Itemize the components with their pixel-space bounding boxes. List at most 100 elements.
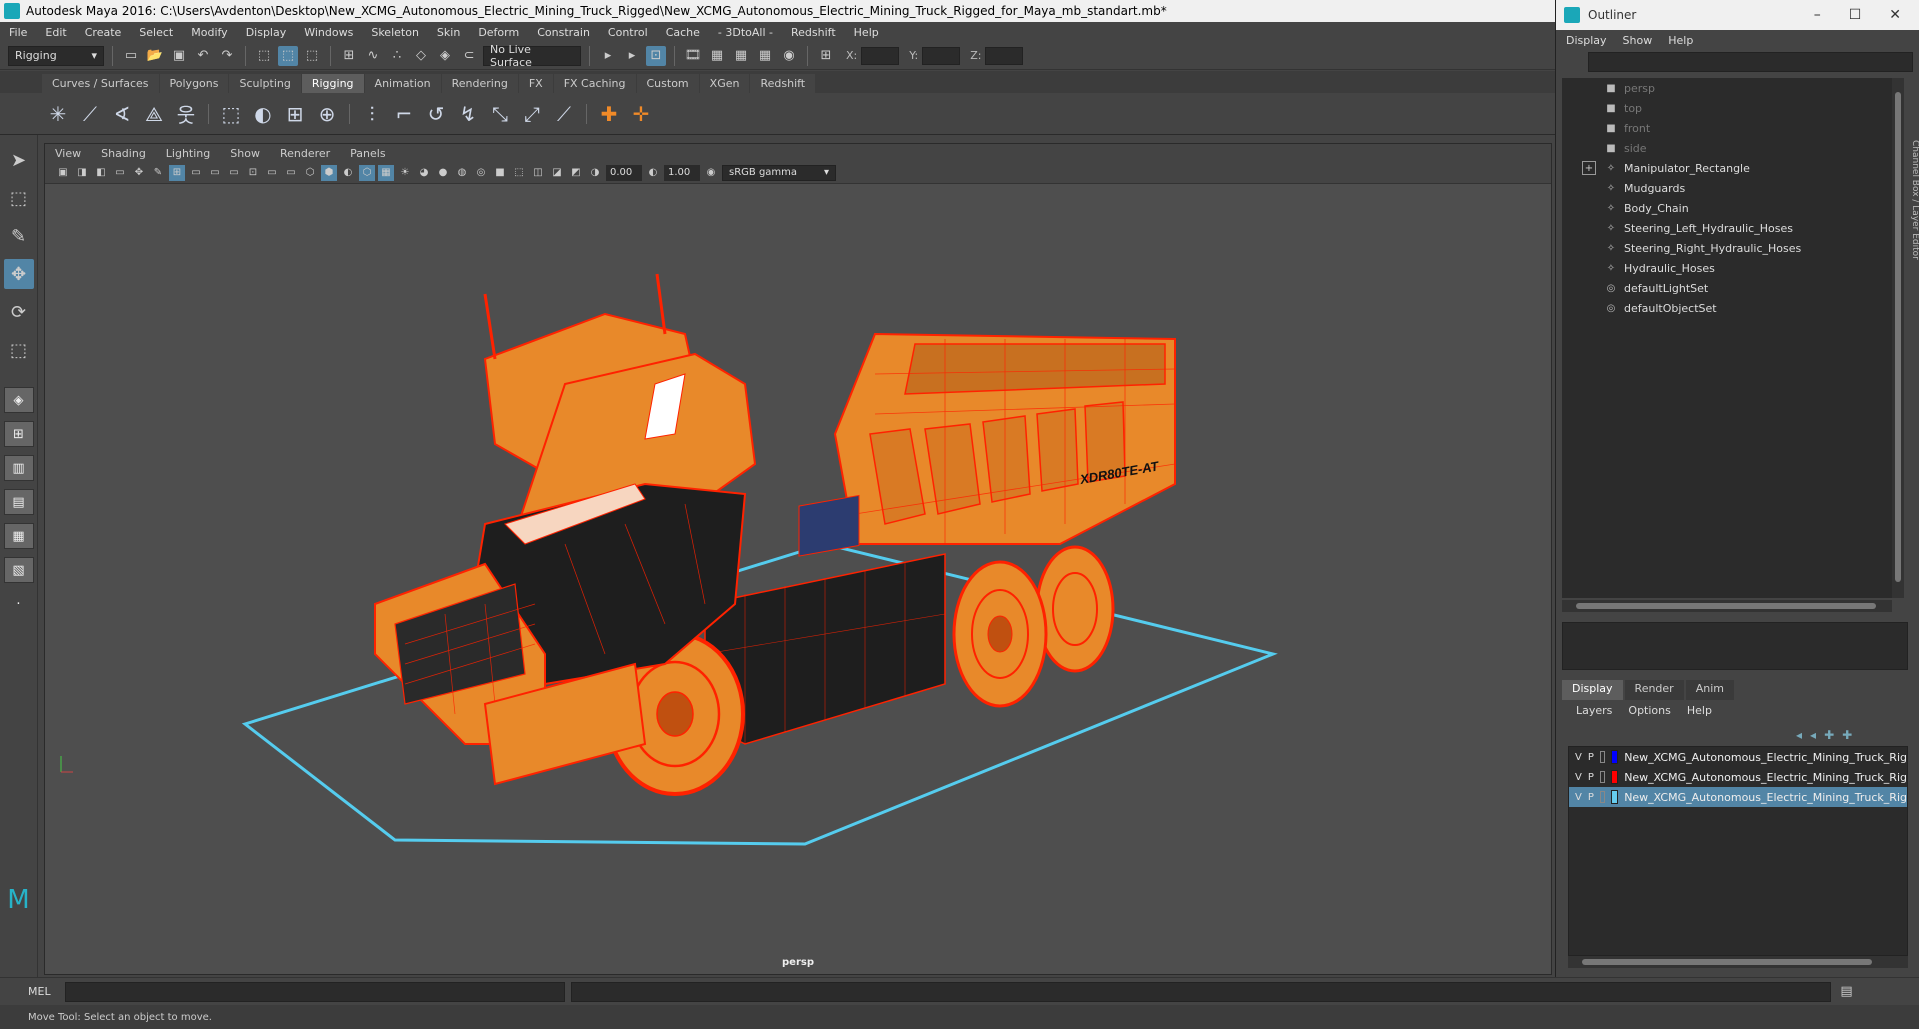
field-chart-icon[interactable]: ⊡	[245, 165, 261, 181]
create-joint-icon[interactable]: ✳	[44, 100, 72, 128]
persp-graph-layout-icon[interactable]: ▤	[3, 489, 34, 515]
visibility-toggle[interactable]: V	[1575, 772, 1582, 783]
viewport-menu-panels[interactable]: Panels	[350, 147, 385, 160]
display-type-toggle[interactable]	[1599, 791, 1606, 803]
layer-color-swatch[interactable]	[1611, 790, 1619, 804]
shelf-tab-rendering[interactable]: Rendering	[441, 74, 518, 93]
redo-icon[interactable]: ↷	[217, 46, 237, 66]
ik-handle-icon[interactable]: ⟋	[76, 100, 104, 128]
transform-mode-icon[interactable]: ⊞	[816, 46, 836, 66]
bind-skin-icon[interactable]: ⬚	[217, 100, 245, 128]
menu-item-skeleton[interactable]: Skeleton	[362, 26, 428, 39]
four-view-layout-icon[interactable]: ⊞	[3, 421, 34, 447]
anti-aliasing-icon[interactable]: ◎	[473, 165, 489, 181]
menu-item-edit[interactable]: Edit	[36, 26, 75, 39]
film-gate-icon[interactable]: ▭	[188, 165, 204, 181]
y-field[interactable]	[922, 46, 961, 65]
outliner-vertical-scrollbar[interactable]	[1892, 78, 1904, 598]
isolate-select-icon[interactable]: ⬚	[511, 165, 527, 181]
wireframe-icon[interactable]: ⬡	[302, 165, 318, 181]
shelf-tab-rigging[interactable]: Rigging	[301, 74, 364, 93]
move-layer-up-icon[interactable]: ◂	[1796, 728, 1802, 742]
more-layouts-icon[interactable]: ·	[3, 591, 34, 617]
menu-item-help[interactable]: Help	[845, 26, 888, 39]
menu-item-3dtoall[interactable]: - 3DtoAll -	[709, 26, 782, 39]
snap-surface-icon[interactable]: ◇	[411, 46, 431, 66]
open-scene-icon[interactable]: 📂	[145, 46, 165, 66]
layer-tab-anim[interactable]: Anim	[1685, 680, 1734, 700]
move-tool-icon[interactable]: ✥	[3, 259, 34, 289]
layer-menu-options[interactable]: Options	[1628, 704, 1670, 717]
menu-item-create[interactable]: Create	[76, 26, 131, 39]
outliner-item[interactable]: ◎ defaultObjectSet	[1562, 298, 1892, 318]
undo-icon[interactable]: ↶	[193, 46, 213, 66]
move-layer-down-icon[interactable]: ◂	[1810, 728, 1816, 742]
select-tool-icon[interactable]: ➤	[4, 145, 34, 175]
default-material-icon[interactable]: ◐	[340, 165, 356, 181]
layer-row[interactable]: V P New_XCMG_Autonomous_Electric_Mining_Tr…	[1569, 787, 1907, 807]
display-type-toggle[interactable]	[1599, 751, 1606, 763]
hypershade-icon[interactable]: ◉	[779, 46, 799, 66]
outliner-item[interactable]: ✧ Body_Chain	[1562, 198, 1892, 218]
shelf-tab-polygons[interactable]: Polygons	[159, 74, 229, 93]
select-component-icon[interactable]: ⬚	[302, 46, 322, 66]
outliner-item[interactable]: ■ front	[1562, 118, 1892, 138]
image-plane-icon[interactable]: ▭	[112, 165, 128, 181]
color-management-icon[interactable]: ◉	[703, 165, 719, 181]
x-field[interactable]	[861, 46, 900, 65]
bookmark-icon[interactable]: ◧	[93, 165, 109, 181]
shelf-tab-fx-caching[interactable]: FX Caching	[553, 74, 636, 93]
expand-icon[interactable]: +	[1582, 161, 1596, 175]
playback-toggle[interactable]: P	[1588, 752, 1594, 763]
viewport-menu-show[interactable]: Show	[230, 147, 260, 160]
grid-icon[interactable]: ⊞	[169, 164, 185, 181]
parent-constraint-icon[interactable]: ⫶	[358, 100, 386, 128]
menu-item-file[interactable]: File	[0, 26, 36, 39]
depth-of-field-icon[interactable]: ■	[492, 165, 508, 181]
outliner-item[interactable]: ■ side	[1562, 138, 1892, 158]
resolution-gate-icon[interactable]: ▭	[207, 165, 223, 181]
humanik-icon[interactable]: 웃	[172, 100, 200, 128]
mirror-joint-icon[interactable]: ⟁	[140, 100, 168, 128]
xray-joints-icon[interactable]: ◩	[568, 165, 584, 181]
menu-item-display[interactable]: Display	[237, 26, 296, 39]
close-icon[interactable]: ✕	[1889, 7, 1901, 23]
save-scene-icon[interactable]: ▣	[169, 46, 189, 66]
visibility-toggle[interactable]: V	[1575, 792, 1582, 803]
outliner-item[interactable]: ■ top	[1562, 98, 1892, 118]
output-icon[interactable]: ▸	[622, 46, 642, 66]
layer-horizontal-scrollbar[interactable]	[1568, 956, 1908, 968]
outliner-item[interactable]: ✧ Steering_Right_Hydraulic_Hoses	[1562, 238, 1892, 258]
menu-item-windows[interactable]: Windows	[295, 26, 362, 39]
select-camera-icon[interactable]: ▣	[55, 165, 71, 181]
paint-weights-icon[interactable]: ◐	[249, 100, 277, 128]
snap-curve-icon[interactable]: ∿	[363, 46, 383, 66]
lasso-tool-icon[interactable]: ⬚	[4, 183, 34, 213]
exposure-field[interactable]: 0.00	[606, 164, 642, 181]
layer-name[interactable]: New_XCMG_Autonomous_Electric_Mining_Truc…	[1624, 751, 1907, 764]
outliner-menu-help[interactable]: Help	[1668, 34, 1693, 47]
geometry-constraint-icon[interactable]: ⟋	[550, 100, 578, 128]
point-constraint-icon[interactable]: ⌐	[390, 100, 418, 128]
channel-box-side-tab[interactable]: Channel Box / Layer Editor	[1906, 140, 1919, 420]
live-surface-field[interactable]: No Live Surface	[483, 43, 581, 69]
menu-item-select[interactable]: Select	[130, 26, 182, 39]
shelf-tab-redshift[interactable]: Redshift	[750, 74, 816, 93]
z-field[interactable]	[985, 46, 1024, 65]
maximize-icon[interactable]: ☐	[1849, 7, 1862, 23]
outliner-item[interactable]: ✧ Steering_Left_Hydraulic_Hoses	[1562, 218, 1892, 238]
select-object-icon[interactable]: ⬚	[278, 45, 298, 66]
menu-item-constrain[interactable]: Constrain	[528, 26, 599, 39]
ambient-occlusion-icon[interactable]: ●	[435, 165, 451, 181]
layer-tab-render[interactable]: Render	[1624, 680, 1684, 700]
viewport-menu-renderer[interactable]: Renderer	[280, 147, 330, 160]
viewport-menu-view[interactable]: View	[55, 147, 81, 160]
outliner-item[interactable]: ◎ defaultLightSet	[1562, 278, 1892, 298]
layer-tab-display[interactable]: Display	[1562, 680, 1623, 700]
layer-color-swatch[interactable]	[1611, 770, 1619, 784]
scale-constraint-icon[interactable]: ⤡	[486, 100, 514, 128]
layer-menu-help[interactable]: Help	[1687, 704, 1712, 717]
ik-spline-icon[interactable]: ∢	[108, 100, 136, 128]
snap-point-icon[interactable]: ∴	[387, 46, 407, 66]
menu-item-cache[interactable]: Cache	[657, 26, 709, 39]
